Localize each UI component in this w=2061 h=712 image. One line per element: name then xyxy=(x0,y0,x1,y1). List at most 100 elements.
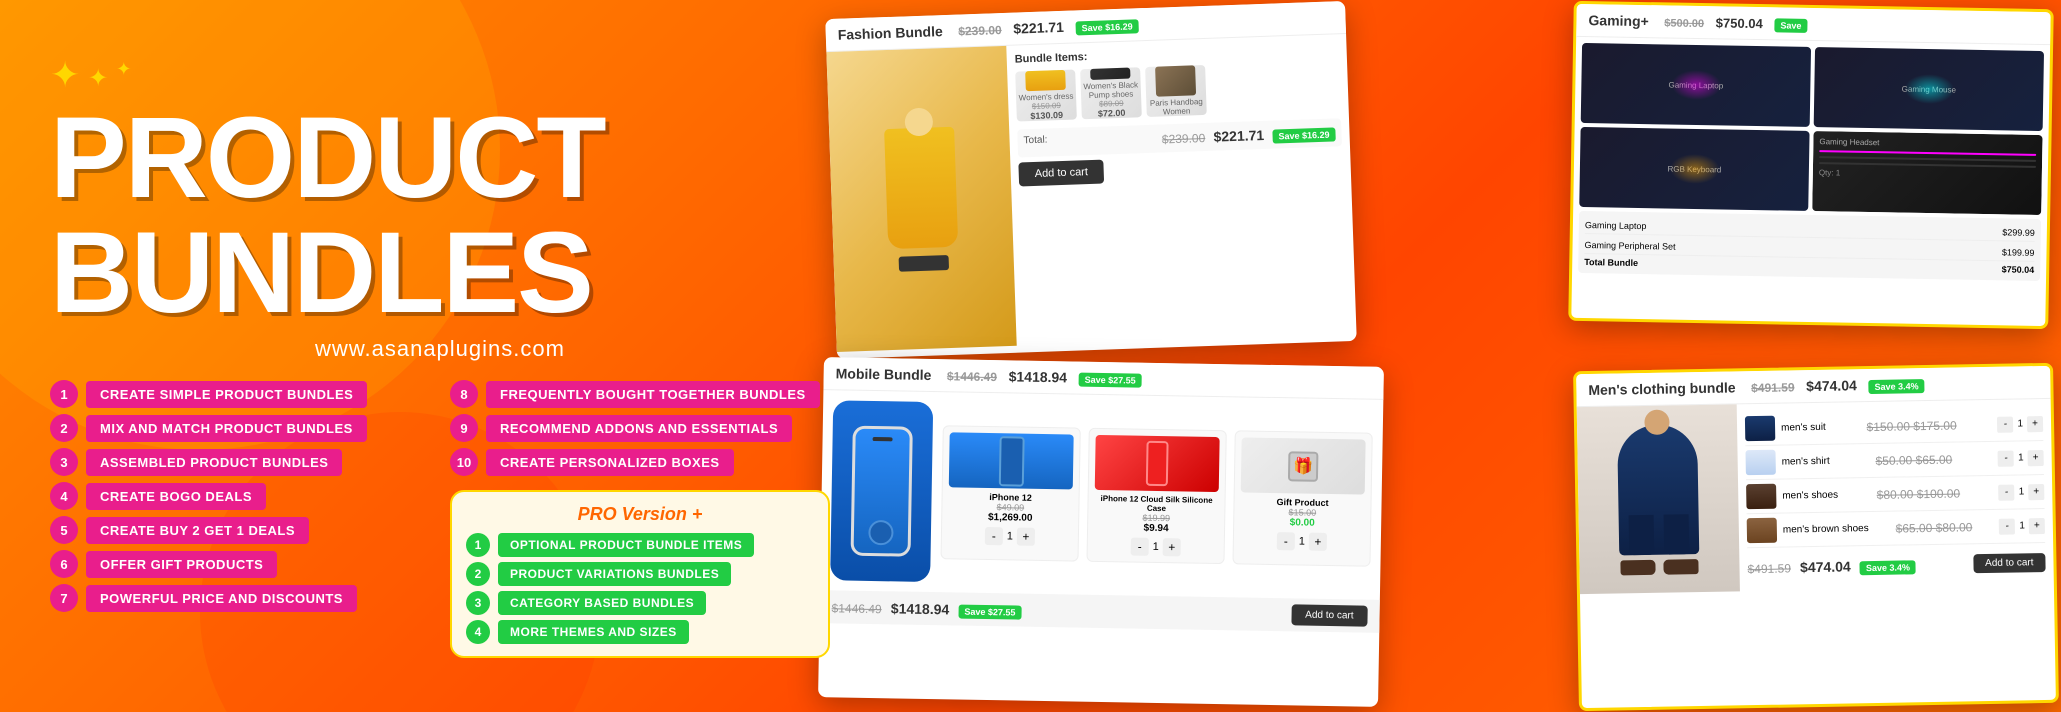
feature-label-3: ASSEMBLED PRODUCT BUNDLES xyxy=(86,449,342,476)
fashion-total-old: $239.00 xyxy=(1162,131,1206,147)
website-url: www.asanaplugins.com xyxy=(50,336,830,362)
fashion-add-to-cart[interactable]: Add to cart xyxy=(1018,160,1104,187)
left-content: ✦ ✦ ✦ PRODUCT BUNDLES www.asanaplugins.c… xyxy=(0,34,860,678)
mens-qty-plus-2[interactable]: + xyxy=(2027,450,2043,466)
mobile-qty-1: 1 xyxy=(1007,530,1013,542)
feature-3: 3 ASSEMBLED PRODUCT BUNDLES xyxy=(50,448,430,476)
sparkle-2: ✦ xyxy=(88,64,108,96)
feature-label-5: CREATE BUY 2 GET 1 DEALS xyxy=(86,517,309,544)
mens-qty-plus-4[interactable]: + xyxy=(2029,518,2045,534)
pro-label-1: OPTIONAL PRODUCT BUNDLE ITEMS xyxy=(498,533,754,557)
mobile-body: iPhone 12 $49.09 $1,269.00 - 1 + xyxy=(820,390,1383,600)
mens-suit-label: men's suit xyxy=(1781,422,1826,434)
feature-label-1: CREATE SIMPLE PRODUCT BUNDLES xyxy=(86,381,367,408)
mobile-add-to-cart[interactable]: Add to cart xyxy=(1291,604,1368,626)
mens-qty-minus-4[interactable]: - xyxy=(1999,518,2015,534)
gaming-product-name-2: Gaming Peripheral Set xyxy=(1584,240,1675,252)
mens-qty-minus-3[interactable]: - xyxy=(1999,484,2015,500)
feature-label-6: OFFER GIFT PRODUCTS xyxy=(86,551,277,578)
mens-qty-4: 1 xyxy=(2019,520,2025,531)
thumb-bag: Paris Handbag Women xyxy=(1145,65,1207,117)
pro-num-1: 1 xyxy=(466,533,490,557)
mens-qty-plus-1[interactable]: + xyxy=(2027,416,2043,432)
mobile-qty-plus-1[interactable]: + xyxy=(1017,528,1035,546)
thumb-dress: Women's dress $150.09 $130.09 xyxy=(1015,69,1077,121)
sparkle-3: ✦ xyxy=(116,59,131,96)
mens-add-to-cart[interactable]: Add to cart xyxy=(1973,553,2046,573)
fashion-total-badge: Save $16.29 xyxy=(1272,127,1335,143)
mobile-gift-price: $0.00 xyxy=(1240,516,1364,529)
mens-suit-image xyxy=(1577,404,1740,594)
mobile-case-price: $9.94 xyxy=(1094,522,1218,535)
mens-qty-plus-3[interactable]: + xyxy=(2028,484,2044,500)
feature-label-4: CREATE BOGO DEALS xyxy=(86,483,266,510)
mens-price-new: $474.04 xyxy=(1806,377,1857,394)
mobile-subtotal-badge: Save $27.55 xyxy=(958,604,1021,619)
fashion-price-new: $221.71 xyxy=(1013,19,1064,37)
mobile-iphone: iPhone 12 $49.09 $1,269.00 - 1 + xyxy=(941,425,1081,561)
feature-6: 6 OFFER GIFT PRODUCTS xyxy=(50,550,430,578)
mens-shoes-old: $80.00 $100.00 xyxy=(1877,486,1961,501)
mens-body: men's suit $150.00 $175.00 - 1 + xyxy=(1577,399,2054,594)
mobile-panel: Mobile Bundle $1446.49 $1418.94 Save $27… xyxy=(818,357,1384,707)
gaming-grid: Gaming Laptop Gaming Mouse RGB Keyboard … xyxy=(1572,37,2050,287)
gaming-item-2: Gaming Mouse xyxy=(1814,47,2044,131)
fashion-badge: Save $16.29 xyxy=(1075,19,1138,35)
feature-label-7: POWERFUL PRICE AND DISCOUNTS xyxy=(86,585,357,612)
feature-9: 9 RECOMMEND ADDONS AND ESSENTIALS xyxy=(450,414,830,442)
mens-brown-shoes-label: men's brown shoes xyxy=(1783,523,1869,535)
pro-label-3: CATEGORY BASED BUNDLES xyxy=(498,591,706,615)
feature-7: 7 POWERFUL PRICE AND DISCOUNTS xyxy=(50,584,430,612)
pro-item-1: 1 OPTIONAL PRODUCT BUNDLE ITEMS xyxy=(466,533,814,557)
mens-total-old: $491.59 xyxy=(1747,561,1791,576)
mobile-qty-minus-3[interactable]: - xyxy=(1277,532,1295,550)
mobile-qty-plus-3[interactable]: + xyxy=(1309,533,1327,551)
mobile-gift: 🎁 Gift Product $15.00 $0.00 - 1 + xyxy=(1232,430,1372,566)
mens-item-shoes: men's shoes $80.00 $100.00 - 1 + xyxy=(1746,475,2045,514)
pro-title: PRO Version + xyxy=(466,504,814,525)
gaming-product-price-2: $199.99 xyxy=(2002,247,2035,258)
feature-num-6: 6 xyxy=(50,550,78,578)
feature-num-4: 4 xyxy=(50,482,78,510)
pro-label-4: MORE THEMES AND SIZES xyxy=(498,620,689,644)
feature-5: 5 CREATE BUY 2 GET 1 DEALS xyxy=(50,516,430,544)
fashion-body: Bundle Items: Women's dress $150.09 $130… xyxy=(826,34,1356,352)
mens-item-brown-shoes: men's brown shoes $65.00 $80.00 - 1 + xyxy=(1747,509,2046,548)
mens-shoes-label: men's shoes xyxy=(1782,490,1838,502)
mens-qty-1: 1 xyxy=(2017,418,2023,429)
mobile-qty-minus-2[interactable]: - xyxy=(1131,538,1149,556)
pro-box: PRO Version + 1 OPTIONAL PRODUCT BUNDLE … xyxy=(450,490,830,658)
feature-num-7: 7 xyxy=(50,584,78,612)
mobile-qty-plus-2[interactable]: + xyxy=(1163,538,1181,556)
feature-2: 2 MIX AND MATCH PRODUCT BUNDLES xyxy=(50,414,430,442)
mobile-badge: Save $27.55 xyxy=(1079,373,1142,388)
mens-qty-minus-1[interactable]: - xyxy=(1997,416,2013,432)
feature-num-1: 1 xyxy=(50,380,78,408)
mens-panel: Men's clothing bundle $491.59 $474.04 Sa… xyxy=(1573,363,2059,711)
feature-label-10: CREATE PERSONALIZED BOXES xyxy=(486,449,734,476)
gaming-product-price-1: $299.99 xyxy=(2002,227,2035,238)
gaming-title: Gaming+ xyxy=(1588,12,1649,29)
mens-shirt-old: $50.00 $65.00 xyxy=(1875,452,1952,467)
feature-8: 8 FREQUENTLY BOUGHT TOGETHER BUNDLES xyxy=(450,380,830,408)
left-features: 1 CREATE SIMPLE PRODUCT BUNDLES 2 MIX AN… xyxy=(50,380,430,658)
pro-item-4: 4 MORE THEMES AND SIZES xyxy=(466,620,814,644)
mobile-qty-minus-1[interactable]: - xyxy=(985,527,1003,545)
mobile-qty-3: 1 xyxy=(1299,535,1305,547)
mens-qty-3: 1 xyxy=(2019,486,2025,497)
thumb-shoes-label: Women's Black Pump shoes xyxy=(1081,80,1142,100)
screenshot-container: Fashion Bundle $239.00 $221.71 Save $16.… xyxy=(811,0,2061,712)
features-grid: 1 CREATE SIMPLE PRODUCT BUNDLES 2 MIX AN… xyxy=(50,380,830,658)
feature-label-2: MIX AND MATCH PRODUCT BUNDLES xyxy=(86,415,367,442)
pro-item-3: 3 CATEGORY BASED BUNDLES xyxy=(466,591,814,615)
mens-qty-minus-2[interactable]: - xyxy=(1998,450,2014,466)
thumb-shoes: Women's Black Pump shoes $89.09 $72.00 xyxy=(1080,67,1142,119)
feature-label-8: FREQUENTLY BOUGHT TOGETHER BUNDLES xyxy=(486,381,820,408)
thumb-bag-label: Paris Handbag Women xyxy=(1146,97,1207,117)
mobile-bundle-products: iPhone 12 $49.09 $1,269.00 - 1 + xyxy=(941,425,1373,566)
mens-qty-2: 1 xyxy=(2018,452,2024,463)
mobile-subtotal-new: $1418.94 xyxy=(891,600,950,617)
mens-title: Men's clothing bundle xyxy=(1588,379,1735,398)
gaming-panel: Gaming+ $500.00 $750.04 Save Gaming Lapt… xyxy=(1568,1,2054,329)
mens-shirt-label: men's shirt xyxy=(1782,456,1830,468)
